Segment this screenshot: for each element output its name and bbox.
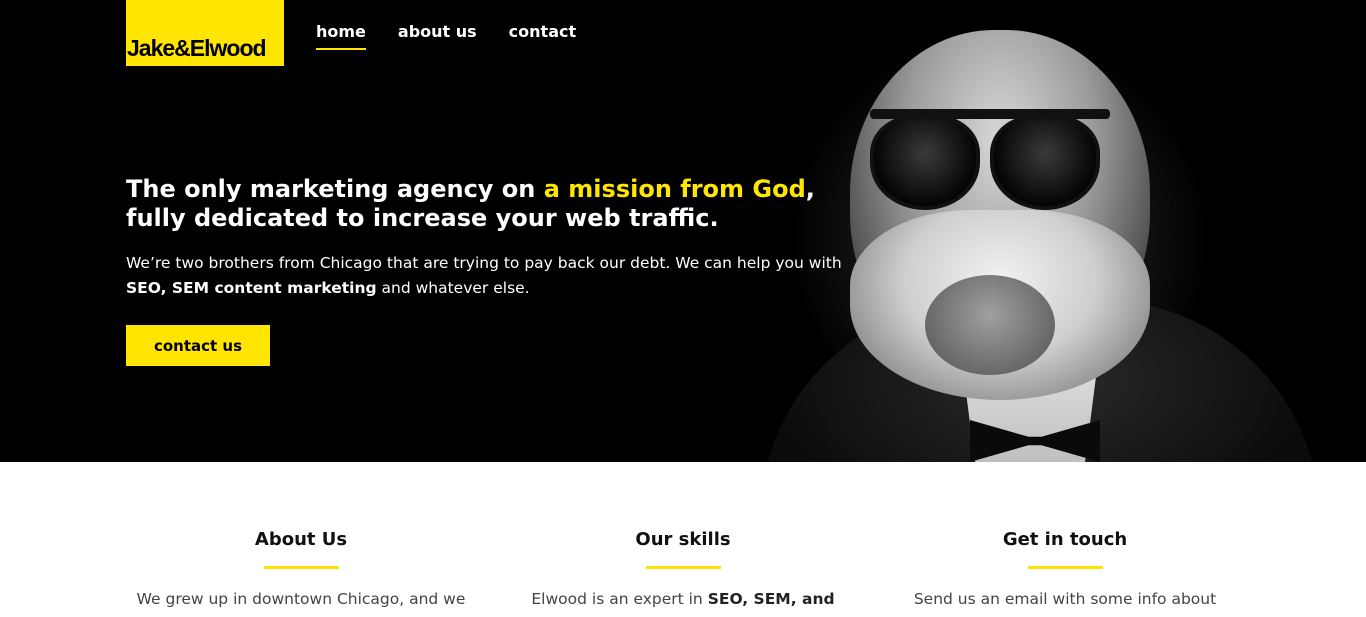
section-text-plain: Elwood is an expert in bbox=[531, 590, 708, 608]
headline-highlight: a mission from God bbox=[543, 175, 806, 203]
hero-section: Jake&Elwood home about us contact The on… bbox=[0, 0, 1366, 462]
hero-lead: We’re two brothers from Chicago that are… bbox=[126, 251, 846, 301]
nav-item-about-us[interactable]: about us bbox=[398, 22, 477, 47]
main-nav: home about us contact bbox=[316, 22, 576, 50]
about-us-section: About Us We grew up in downtown Chicago,… bbox=[111, 528, 491, 611]
lead-pre: We’re two brothers from Chicago that are… bbox=[126, 254, 842, 272]
lead-post: and whatever else. bbox=[376, 279, 530, 297]
section-title: About Us bbox=[254, 529, 348, 550]
headline-pre: The only marketing agency on bbox=[126, 175, 544, 203]
section-text-plain: We grew up in downtown Chicago, and we bbox=[136, 590, 466, 608]
sunglasses-icon bbox=[870, 105, 1110, 215]
section-title: Get in touch bbox=[1002, 529, 1128, 550]
hero-headline: The only marketing agency on a mission f… bbox=[126, 175, 846, 233]
get-in-touch-section: Get in touch Send us an email with some … bbox=[875, 528, 1255, 611]
nav-item-home[interactable]: home bbox=[316, 22, 366, 50]
logo[interactable]: Jake&Elwood bbox=[126, 0, 284, 66]
nav-item-contact[interactable]: contact bbox=[509, 22, 576, 47]
section-text: We grew up in downtown Chicago, and we bbox=[111, 587, 491, 611]
logo-text: Jake&Elwood bbox=[127, 35, 267, 61]
section-text: Send us an email with some info about bbox=[875, 587, 1255, 611]
info-sections: About Us We grew up in downtown Chicago,… bbox=[0, 462, 1366, 617]
lead-bold: SEO, SEM content marketing bbox=[126, 279, 377, 297]
section-title: Our skills bbox=[635, 529, 731, 550]
divider bbox=[263, 566, 339, 569]
divider bbox=[645, 566, 721, 569]
our-skills-section: Our skills Elwood is an expert in SEO, S… bbox=[493, 528, 873, 611]
section-text-plain: Send us an email with some info about bbox=[913, 590, 1217, 608]
section-text-bold: SEO, SEM, and bbox=[707, 590, 835, 608]
contact-us-button[interactable]: contact us bbox=[126, 325, 270, 366]
divider bbox=[1027, 566, 1103, 569]
section-text: Elwood is an expert in SEO, SEM, and bbox=[493, 587, 873, 611]
